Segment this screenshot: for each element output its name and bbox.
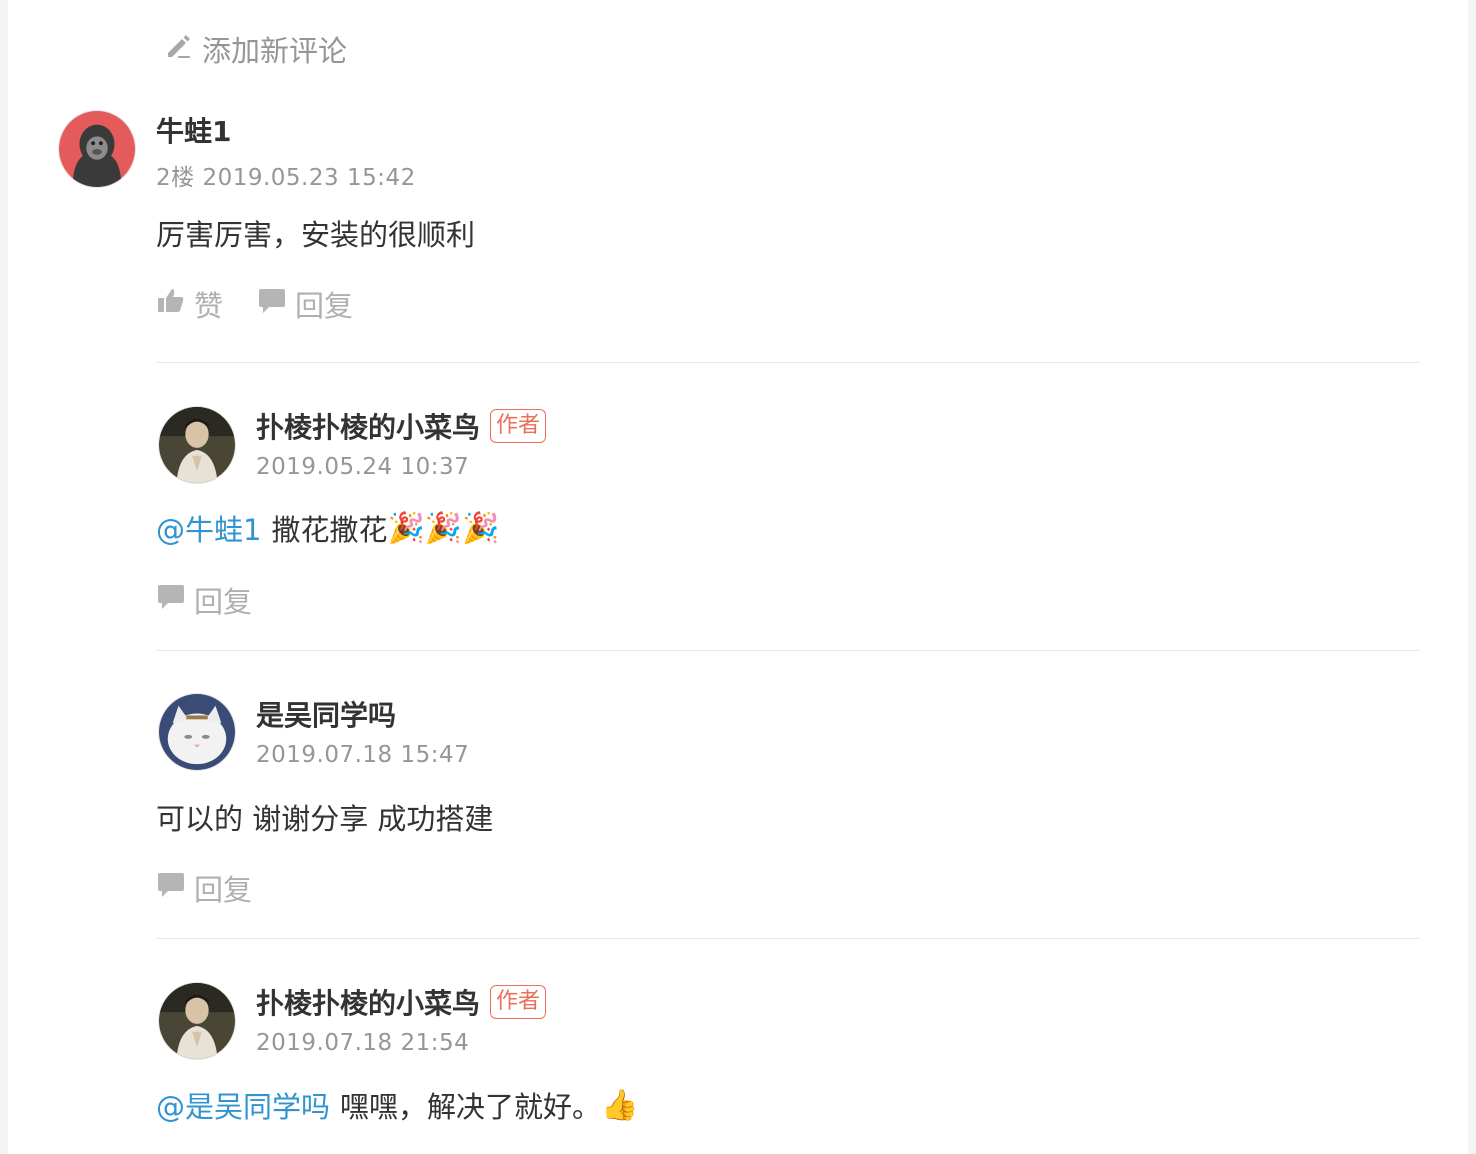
comment-meta: 2楼 2019.05.23 15:42: [156, 165, 416, 191]
add-comment-button[interactable]: 添加新评论: [164, 28, 347, 70]
comment-author[interactable]: 牛蛙1: [156, 110, 231, 150]
like-button[interactable]: 赞: [156, 283, 223, 325]
thumbs-up-emoji: 👍: [601, 1087, 639, 1123]
speech-bubble-icon: [257, 286, 287, 323]
author-badge: 作者: [490, 409, 547, 443]
reply-button[interactable]: 回复: [156, 579, 252, 621]
reply-text: 撒花撒花: [271, 513, 388, 547]
gorilla-avatar[interactable]: [58, 110, 136, 188]
reply-author-row: 扑棱扑棱的小菜鸟 作者: [256, 406, 547, 446]
comment-actions: 赞 回复: [156, 283, 353, 325]
add-comment-label: 添加新评论: [202, 34, 348, 68]
reply-content: @是吴同学吗 嘿嘿，解决了就好。 👍: [156, 1084, 638, 1126]
reply-time: 2019.05.24 10:37: [256, 454, 470, 480]
reply-time: 2019.07.18 21:54: [256, 1030, 470, 1056]
party-popper-emoji: 🎉🎉🎉: [387, 510, 500, 546]
divider: [156, 650, 1420, 651]
reply-content: @牛蛙1 撒花撒花 🎉🎉🎉: [156, 507, 500, 549]
reply-label: 回复: [194, 873, 253, 907]
reply-button[interactable]: 回复: [257, 283, 353, 325]
reply-author-row: 是吴同学吗: [256, 694, 396, 734]
author-badge: 作者: [490, 985, 547, 1019]
reply-label: 回复: [194, 585, 253, 619]
reply-author-row: 扑棱扑棱的小菜鸟 作者: [256, 982, 547, 1022]
reply-label: 回复: [295, 289, 354, 323]
thumbs-up-icon: [156, 286, 186, 323]
author-name[interactable]: 牛蛙1: [156, 110, 231, 150]
like-label: 赞: [194, 289, 224, 323]
mention-link[interactable]: @是吴同学吗: [156, 1084, 330, 1126]
comment-text: 厉害厉害，安装的很顺利: [156, 218, 476, 252]
author-name[interactable]: 是吴同学吗: [256, 694, 396, 734]
reply-text: 可以的 谢谢分享 成功搭建: [156, 802, 494, 836]
speech-bubble-icon: [156, 582, 186, 619]
reply-actions: 回复: [156, 867, 252, 909]
divider: [156, 362, 1420, 363]
speech-bubble-icon: [156, 870, 186, 907]
pencil-icon: [164, 31, 194, 68]
reply-button[interactable]: 回复: [156, 867, 252, 909]
reply-text: 嘿嘿，解决了就好。: [340, 1090, 602, 1124]
reply-time: 2019.07.18 15:47: [256, 742, 470, 768]
man-portrait-avatar[interactable]: [158, 982, 236, 1060]
reply-actions: 回复: [156, 579, 252, 621]
author-name[interactable]: 扑棱扑棱的小菜鸟: [256, 982, 480, 1022]
comment-content: 厉害厉害，安装的很顺利: [156, 212, 475, 254]
author-name[interactable]: 扑棱扑棱的小菜鸟: [256, 406, 480, 446]
divider: [156, 938, 1420, 939]
reply-content: 可以的 谢谢分享 成功搭建: [156, 796, 493, 838]
man-portrait-avatar[interactable]: [158, 406, 236, 484]
mention-link[interactable]: @牛蛙1: [156, 507, 261, 549]
comments-panel: 添加新评论 牛蛙1 2楼 2019.05.23 15:42 厉害厉害，安装的很顺…: [8, 0, 1468, 1154]
white-cat-avatar[interactable]: [158, 693, 236, 771]
